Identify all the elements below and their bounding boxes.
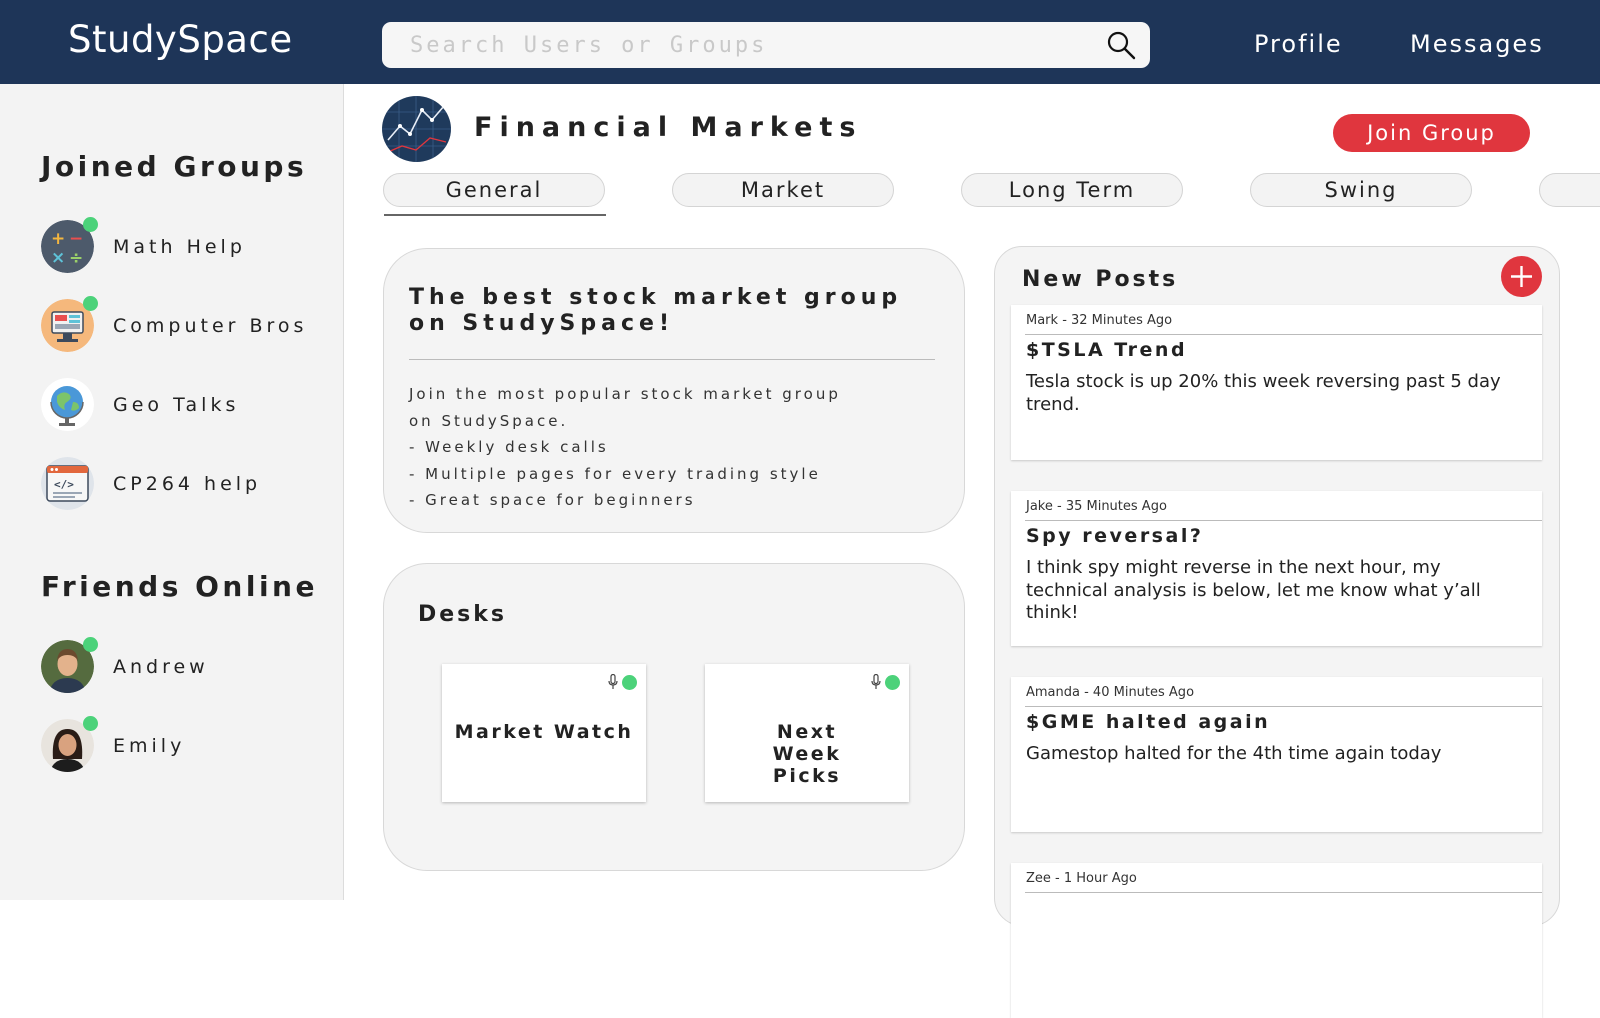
svg-text:−: −	[69, 229, 83, 249]
post-title: $GME halted again	[1026, 711, 1271, 733]
about-description: Join the most popular stock market group…	[409, 381, 841, 514]
divider	[1025, 706, 1542, 707]
new-posts-panel: New Posts Mark - 32 Minutes Ago $TSLA Tr…	[994, 246, 1560, 1018]
microphone-icon	[608, 674, 618, 689]
tab-general[interactable]: General	[383, 173, 605, 207]
desk-next-week-picks[interactable]: Next Week Picks	[705, 664, 909, 802]
about-line: - Great space for beginners	[409, 491, 696, 509]
sidebar-item-label: Math Help	[113, 236, 246, 258]
friend-item-andrew[interactable]: Andrew	[41, 637, 331, 694]
search-bar[interactable]	[382, 22, 1150, 68]
post-card[interactable]: Jake - 35 Minutes Ago Spy reversal? I th…	[1011, 491, 1542, 646]
messages-link[interactable]: Messages	[1410, 30, 1544, 58]
online-indicator	[83, 716, 98, 731]
new-posts-heading: New Posts	[1022, 267, 1179, 292]
microphone-icon	[871, 674, 881, 689]
post-meta: Mark - 32 Minutes Ago	[1026, 313, 1173, 328]
online-indicator	[83, 217, 98, 232]
plus-icon	[1511, 266, 1532, 287]
desk-market-watch[interactable]: Market Watch	[442, 664, 646, 802]
post-title: $TSLA Trend	[1026, 339, 1188, 361]
code-window-icon: </>	[41, 457, 94, 510]
divider	[1025, 892, 1542, 893]
desk-name: Next Week Picks	[772, 721, 842, 787]
post-meta: Amanda - 40 Minutes Ago	[1026, 685, 1195, 700]
about-title: The best stock market group on StudySpac…	[409, 285, 903, 336]
active-tab-indicator	[384, 214, 606, 216]
divider	[409, 359, 935, 360]
about-line: - Multiple pages for every trading style	[409, 464, 821, 483]
friend-name: Emily	[113, 735, 186, 757]
tab-market[interactable]: Market	[672, 173, 894, 207]
post-body: I think spy might reverse in the next ho…	[1026, 557, 1481, 623]
search-input[interactable]	[382, 22, 1082, 68]
sidebar-item-label: Geo Talks	[113, 394, 240, 416]
divider	[1025, 334, 1542, 335]
svg-text:+: +	[51, 229, 65, 249]
friend-item-emily[interactable]: Emily	[41, 716, 331, 773]
profile-link[interactable]: Profile	[1254, 30, 1343, 58]
svg-text:÷: ÷	[69, 248, 83, 268]
online-indicator	[83, 296, 98, 311]
sidebar-group-computer-bros[interactable]: Computer Bros	[41, 296, 331, 353]
search-icon[interactable]	[1106, 30, 1136, 60]
post-card[interactable]: Amanda - 40 Minutes Ago $GME halted agai…	[1011, 677, 1542, 832]
group-title: Financial Markets	[474, 112, 863, 143]
post-card[interactable]: Zee - 1 Hour Ago	[1011, 863, 1542, 1018]
desks-card: Desks Market Watch Next Week Picks	[383, 563, 965, 871]
globe-icon	[41, 378, 94, 431]
svg-text:×: ×	[51, 248, 65, 268]
live-indicator	[622, 675, 637, 690]
post-card[interactable]: Mark - 32 Minutes Ago $TSLA Trend Tesla …	[1011, 305, 1542, 460]
app-logo[interactable]: StudySpace	[68, 18, 293, 61]
post-meta: Zee - 1 Hour Ago	[1026, 871, 1137, 886]
post-meta: Jake - 35 Minutes Ago	[1026, 499, 1167, 514]
friends-online-heading: Friends Online	[41, 570, 318, 603]
about-line: - Weekly desk calls	[409, 438, 609, 456]
about-line: on StudySpace.	[409, 411, 569, 430]
joined-groups-heading: Joined Groups	[41, 150, 308, 183]
about-card: The best stock market group on StudySpac…	[383, 248, 965, 533]
join-group-button[interactable]: Join Group	[1333, 114, 1530, 152]
online-indicator	[83, 637, 98, 652]
post-body: Gamestop halted for the 4th time again t…	[1026, 743, 1442, 764]
sidebar-group-geo-talks[interactable]: Geo Talks	[41, 378, 331, 432]
post-title: Spy reversal?	[1026, 525, 1204, 547]
desk-name: Market Watch	[454, 721, 634, 743]
live-indicator	[885, 675, 900, 690]
tab-swing[interactable]: Swing	[1250, 173, 1472, 207]
sidebar-group-math-help[interactable]: + − × ÷ Math Help	[41, 217, 331, 274]
friend-name: Andrew	[113, 656, 209, 678]
divider	[1025, 520, 1542, 521]
tab-overflow[interactable]	[1539, 173, 1600, 207]
sidebar-group-cp264-help[interactable]: </> CP264 help	[41, 457, 331, 511]
sidebar-item-label: CP264 help	[113, 473, 262, 495]
svg-text:</>: </>	[54, 478, 74, 491]
top-bar: StudySpace Profile Messages	[0, 0, 1600, 84]
post-body: Tesla stock is up 20% this week reversin…	[1026, 371, 1501, 415]
sidebar: Joined Groups + − × ÷ Math Help Computer…	[0, 84, 344, 900]
desks-title: Desks	[418, 602, 508, 627]
sidebar-item-label: Computer Bros	[113, 315, 308, 337]
about-line: Join the most popular stock market group	[409, 385, 841, 403]
tab-long-term[interactable]: Long Term	[961, 173, 1183, 207]
add-post-button[interactable]	[1501, 256, 1542, 297]
group-avatar	[382, 96, 451, 162]
